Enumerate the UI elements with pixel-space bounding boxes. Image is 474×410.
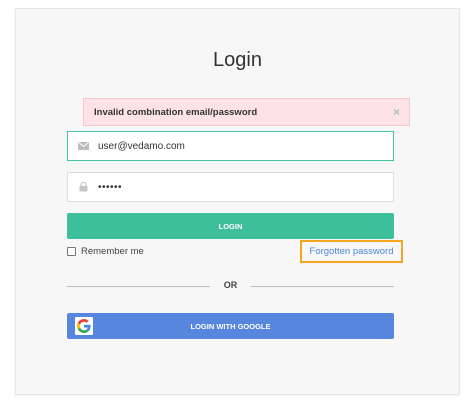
login-with-google-button[interactable]: LOGIN WITH GOOGLE xyxy=(67,313,394,339)
password-input[interactable]: •••••• xyxy=(98,182,122,193)
forgotten-password-link[interactable]: Forgotten password xyxy=(300,240,403,263)
lock-icon xyxy=(68,182,98,192)
google-icon xyxy=(75,317,93,335)
login-button[interactable]: LOGIN xyxy=(67,213,394,239)
or-label: OR xyxy=(223,280,238,290)
remember-me-checkbox[interactable] xyxy=(67,247,76,256)
close-icon[interactable]: × xyxy=(393,105,400,119)
remember-me-label: Remember me xyxy=(81,246,144,257)
password-field[interactable]: •••••• xyxy=(67,172,394,202)
page-title: Login xyxy=(213,49,262,71)
envelope-icon xyxy=(68,142,98,150)
error-alert: Invalid combination email/password × xyxy=(83,98,410,126)
login-with-google-label: LOGIN WITH GOOGLE xyxy=(190,321,271,331)
remember-me[interactable]: Remember me xyxy=(67,246,144,257)
or-divider: OR xyxy=(67,280,394,292)
error-alert-message: Invalid combination email/password xyxy=(94,106,258,118)
email-field[interactable] xyxy=(67,131,394,161)
email-input[interactable] xyxy=(98,140,378,152)
divider-line-right xyxy=(251,286,394,287)
